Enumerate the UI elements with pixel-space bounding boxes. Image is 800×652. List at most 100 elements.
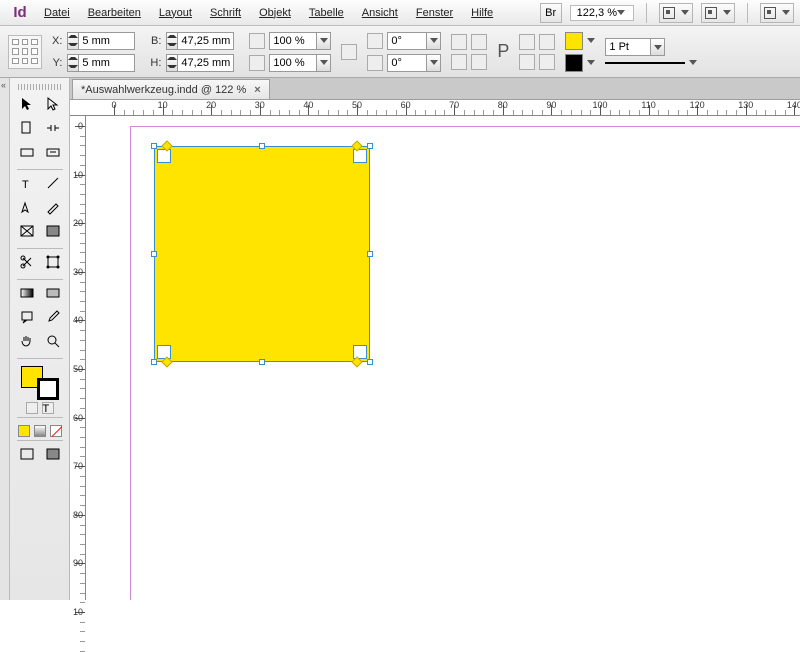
constrain-proportions-icon[interactable]	[341, 44, 357, 60]
rotation-field[interactable]	[387, 32, 441, 50]
select-previous-icon[interactable]	[519, 54, 535, 70]
fill-swatch[interactable]	[565, 32, 583, 50]
fill-stroke-selector[interactable]	[21, 366, 59, 400]
zoom-level-dropdown[interactable]: 122,3 %	[570, 5, 634, 21]
apply-none-icon[interactable]	[50, 425, 62, 437]
selected-rectangle[interactable]	[154, 146, 370, 362]
page-tool[interactable]	[16, 118, 38, 138]
gradient-feather-tool[interactable]	[42, 283, 64, 303]
scale-x-field[interactable]	[269, 32, 331, 50]
menu-fenster[interactable]: Fenster	[408, 4, 461, 22]
normal-view-mode[interactable]	[16, 444, 38, 464]
zoom-tool[interactable]	[42, 331, 64, 351]
gap-tool[interactable]	[42, 118, 64, 138]
select-next-icon[interactable]	[539, 54, 555, 70]
x-input[interactable]	[79, 32, 135, 50]
scale-y-icon	[249, 55, 265, 71]
formatting-text-icon[interactable]: T	[42, 402, 54, 414]
select-content-icon[interactable]	[539, 34, 555, 50]
scale-x-input[interactable]	[269, 32, 317, 50]
resize-handle[interactable]	[151, 143, 157, 149]
resize-handle[interactable]	[367, 143, 373, 149]
content-placer-tool[interactable]	[42, 142, 64, 162]
horizontal-ruler[interactable]: 0102030405060708090100110120130140	[70, 100, 800, 116]
rectangle-frame-tool[interactable]	[16, 221, 38, 241]
preview-mode[interactable]	[42, 444, 64, 464]
gradient-swatch-tool[interactable]	[16, 283, 38, 303]
hand-tool[interactable]	[16, 331, 38, 351]
scale-x-icon	[249, 33, 265, 49]
pencil-tool[interactable]	[42, 197, 64, 217]
rotation-input[interactable]	[387, 32, 427, 50]
chevron-down-icon	[689, 60, 697, 65]
panel-grip-icon[interactable]	[18, 84, 62, 90]
scissors-tool[interactable]	[16, 252, 38, 272]
h-label: H:	[150, 57, 161, 69]
pen-tool[interactable]	[16, 197, 38, 217]
width-field[interactable]	[166, 32, 234, 50]
flip-horizontal-icon[interactable]	[451, 54, 467, 70]
document-tab[interactable]: *Auswahlwerkzeug.indd @ 122 % ×	[72, 79, 270, 99]
menu-layout[interactable]: Layout	[151, 4, 200, 22]
note-tool[interactable]	[16, 307, 38, 327]
chevron-down-icon[interactable]	[587, 38, 595, 43]
select-container-icon[interactable]	[519, 34, 535, 50]
type-tool[interactable]: T	[16, 173, 38, 193]
line-tool[interactable]	[42, 173, 64, 193]
x-field[interactable]	[67, 32, 135, 50]
menu-schrift[interactable]: Schrift	[202, 4, 249, 22]
resize-handle[interactable]	[259, 359, 265, 365]
close-tab-icon[interactable]: ×	[254, 84, 260, 96]
width-input[interactable]	[178, 32, 234, 50]
y-field[interactable]	[67, 54, 135, 72]
reference-point-selector[interactable]	[8, 35, 42, 69]
scale-y-input[interactable]	[269, 54, 317, 72]
apply-color-icon[interactable]	[18, 425, 30, 437]
bridge-button[interactable]: Br	[540, 3, 562, 23]
resize-handle[interactable]	[151, 359, 157, 365]
panel-collapse-strip[interactable]: «	[0, 78, 10, 600]
arrange-documents-button[interactable]	[760, 3, 794, 23]
stroke-color-icon[interactable]	[37, 378, 59, 400]
document-canvas[interactable]	[86, 116, 800, 600]
resize-handle[interactable]	[367, 359, 373, 365]
menu-datei[interactable]: Datei	[36, 4, 78, 22]
chevron-down-icon[interactable]	[587, 60, 595, 65]
y-input[interactable]	[79, 54, 135, 72]
stroke-style-preview	[605, 62, 685, 64]
rotate-ccw-icon[interactable]	[451, 34, 467, 50]
formatting-container-icon[interactable]	[26, 402, 38, 414]
height-input[interactable]	[178, 54, 234, 72]
eyedropper-tool[interactable]	[42, 307, 64, 327]
resize-handle[interactable]	[151, 251, 157, 257]
resize-handle[interactable]	[367, 251, 373, 257]
rotate-cw-icon[interactable]	[471, 34, 487, 50]
chevron-down-icon	[617, 10, 625, 15]
zoom-level-value: 122,3 %	[577, 7, 617, 19]
rectangle-tool[interactable]	[42, 221, 64, 241]
content-collector-tool[interactable]	[16, 142, 38, 162]
view-options-button[interactable]	[659, 3, 693, 23]
stroke-weight-field[interactable]	[605, 38, 697, 56]
height-field[interactable]	[166, 54, 234, 72]
selection-tool[interactable]	[16, 94, 38, 114]
menu-ansicht[interactable]: Ansicht	[354, 4, 406, 22]
direct-selection-tool[interactable]	[42, 94, 64, 114]
shear-field[interactable]	[387, 54, 441, 72]
stroke-weight-input[interactable]	[605, 38, 651, 56]
menu-bearbeiten[interactable]: Bearbeiten	[80, 4, 149, 22]
apply-gradient-icon[interactable]	[34, 425, 46, 437]
stroke-swatch[interactable]	[565, 54, 583, 72]
menu-hilfe[interactable]: Hilfe	[463, 4, 501, 22]
screen-mode-button[interactable]	[701, 3, 735, 23]
flip-vertical-icon[interactable]	[471, 54, 487, 70]
w-label: B:	[150, 35, 161, 47]
resize-handle[interactable]	[259, 143, 265, 149]
menu-objekt[interactable]: Objekt	[251, 4, 299, 22]
scale-y-field[interactable]	[269, 54, 331, 72]
menu-tabelle[interactable]: Tabelle	[301, 4, 352, 22]
free-transform-tool[interactable]	[42, 252, 64, 272]
vertical-ruler[interactable]: 010203040506070809010	[70, 116, 86, 600]
shear-input[interactable]	[387, 54, 427, 72]
stroke-style-dropdown[interactable]	[605, 60, 697, 65]
